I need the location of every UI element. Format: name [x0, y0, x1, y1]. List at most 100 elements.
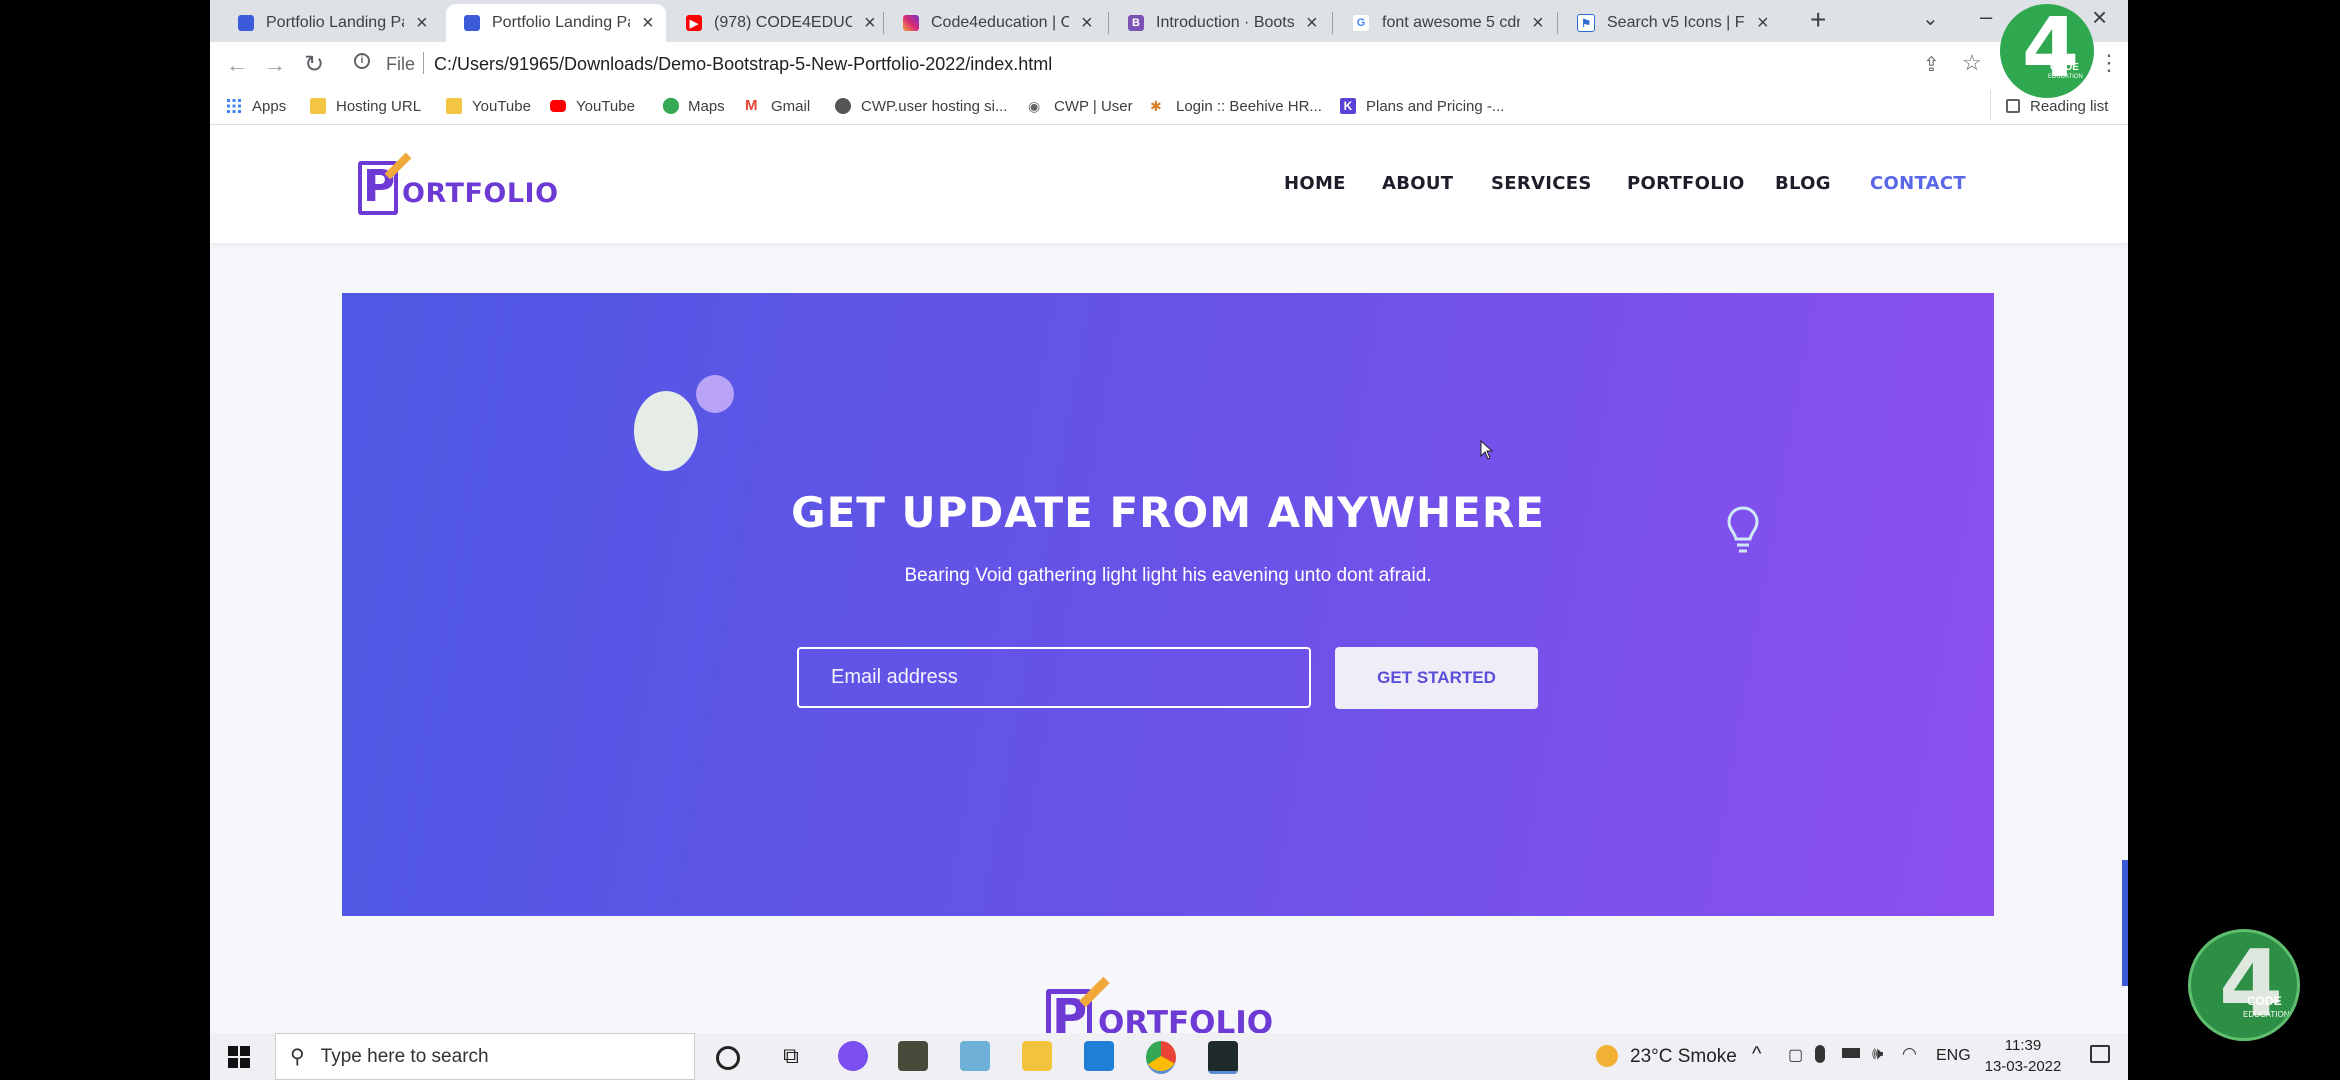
- reload-icon[interactable]: ↻: [304, 50, 324, 79]
- close-tab-icon[interactable]: ×: [1757, 12, 1769, 35]
- bookmark-apps[interactable]: Apps: [226, 94, 286, 118]
- bookmark-youtube[interactable]: YouTube: [550, 94, 635, 118]
- tab-portfolio-1[interactable]: Portfolio Landing Pag ×: [220, 4, 428, 42]
- reading-list-button[interactable]: Reading list: [2006, 94, 2108, 118]
- cortana-icon[interactable]: [716, 1046, 740, 1070]
- site-favicon-icon: [238, 15, 254, 31]
- task-view-icon[interactable]: ⧉: [776, 1041, 806, 1071]
- nav-services[interactable]: SERVICES: [1491, 173, 1592, 194]
- chrome-icon[interactable]: [1146, 1041, 1176, 1074]
- globe-icon: [835, 98, 851, 114]
- nav-home[interactable]: HOME: [1284, 173, 1346, 194]
- tab-search-chevron-icon[interactable]: ⌄: [1922, 6, 1939, 31]
- tab-instagram[interactable]: Code4education | Co ×: [885, 4, 1093, 42]
- tab-google-search[interactable]: G font awesome 5 cdn ×: [1334, 4, 1544, 42]
- instagram-icon: [903, 15, 919, 31]
- taskbar-search-box[interactable]: ⚲ Type here to search: [275, 1033, 695, 1080]
- share-icon[interactable]: ⇪: [1923, 52, 1940, 77]
- info-icon[interactable]: i: [354, 53, 370, 69]
- tab-portfolio-2[interactable]: Portfolio Landing Pag ×: [446, 4, 666, 42]
- windows-start-icon[interactable]: [228, 1046, 250, 1068]
- bookmark-label: Login :: Beehive HR...: [1176, 97, 1322, 115]
- new-tab-button[interactable]: +: [1810, 4, 1826, 36]
- get-started-button[interactable]: GET STARTED: [1335, 647, 1538, 709]
- bookmark-cwp-hosting[interactable]: CWP.user hosting si...: [835, 94, 1007, 118]
- menu-kebab-icon[interactable]: ⋮: [2098, 50, 2120, 76]
- notepad-app-icon[interactable]: [960, 1041, 990, 1071]
- banner-subtitle: Bearing Void gathering light light his e…: [904, 565, 1432, 586]
- bookmark-plans-pricing[interactable]: K Plans and Pricing -...: [1340, 94, 1504, 118]
- vscode-icon[interactable]: [1084, 1041, 1114, 1071]
- tab-youtube[interactable]: ▶ (978) CODE4EDUCATI ×: [668, 4, 876, 42]
- maps-pin-icon: ⬤: [662, 97, 680, 114]
- close-tab-icon[interactable]: ×: [1306, 12, 1318, 35]
- url-text[interactable]: C:/Users/91965/Downloads/Demo-Bootstrap-…: [434, 54, 1052, 75]
- k-logo-icon: K: [1340, 98, 1356, 114]
- minimize-icon[interactable]: –: [1980, 4, 1992, 30]
- banner-title: GET UPDATE FROM ANYWHERE: [791, 488, 1545, 537]
- clock[interactable]: 11:39 13-03-2022: [1978, 1037, 2068, 1075]
- bookmark-label: Plans and Pricing -...: [1366, 97, 1505, 115]
- terminal-app-icon[interactable]: [1208, 1041, 1238, 1074]
- volume-icon[interactable]: 🕪: [1872, 1043, 1883, 1064]
- watermark-text-education: EDUCATION: [2243, 1010, 2290, 1019]
- scrollbar-thumb[interactable]: [2122, 860, 2128, 986]
- close-tab-icon[interactable]: ×: [1532, 12, 1544, 35]
- youtube-icon: [550, 100, 566, 112]
- email-input[interactable]: [797, 647, 1311, 708]
- forward-arrow-icon[interactable]: →: [264, 52, 286, 78]
- bookmark-star-icon[interactable]: ☆: [1962, 50, 1982, 76]
- nav-contact[interactable]: CONTACT: [1870, 173, 1966, 194]
- close-tab-icon[interactable]: ×: [864, 12, 876, 35]
- bookmark-gmail[interactable]: M Gmail: [745, 94, 810, 118]
- clock-date: 13-03-2022: [1984, 1058, 2062, 1075]
- wifi-icon[interactable]: ◠: [1902, 1044, 1917, 1064]
- bookmark-maps[interactable]: ⬤ Maps: [662, 94, 725, 118]
- bookmark-beehive[interactable]: ✱ Login :: Beehive HR...: [1150, 94, 1322, 118]
- weather-sun-icon: [1596, 1045, 1618, 1067]
- footer-logo[interactable]: P ORTFOLIO: [1046, 976, 1306, 1033]
- battery-icon[interactable]: [1842, 1048, 1860, 1058]
- bookmark-hosting-url[interactable]: Hosting URL: [310, 94, 421, 118]
- windows-taskbar: ⚲ Type here to search ⧉ 23°C Smoke ^ ▢ 🕪…: [210, 1033, 2128, 1080]
- code4education-watermark-bottom: 4 CODE EDUCATION: [2188, 929, 2300, 1041]
- chevron-up-icon[interactable]: ^: [1752, 1043, 1761, 1066]
- tab-fontawesome[interactable]: ⚑ Search v5 Icons | Fon ×: [1559, 4, 1769, 42]
- watermark-text-code: CODE: [2247, 994, 2282, 1008]
- tab-bootstrap[interactable]: B Introduction · Bootstr ×: [1110, 4, 1318, 42]
- weather-text[interactable]: 23°C Smoke: [1630, 1046, 1737, 1068]
- close-tab-icon[interactable]: ×: [1081, 12, 1093, 35]
- url-scheme: File: [386, 54, 416, 74]
- file-explorer-icon[interactable]: [1022, 1041, 1052, 1071]
- tray-app-icon[interactable]: ▢: [1788, 1045, 1803, 1065]
- notifications-icon[interactable]: [2090, 1045, 2110, 1063]
- decorative-circle-large: [634, 391, 698, 471]
- bookmarks-bar: Apps Hosting URL YouTube YouTube ⬤ Maps …: [210, 88, 2128, 125]
- web-page: P ORTFOLIO HOME ABOUT SERVICES PORTFOLIO…: [210, 125, 2128, 1033]
- language-indicator[interactable]: ENG: [1936, 1047, 1971, 1065]
- nav-blog[interactable]: BLOG: [1775, 173, 1831, 194]
- reading-list-icon: [2006, 99, 2020, 113]
- bookmark-youtube-folder[interactable]: YouTube: [446, 94, 531, 118]
- code4education-watermark-top: 4 CODE EDUCATION: [2000, 4, 2094, 98]
- site-logo[interactable]: P ORTFOLIO: [358, 152, 568, 217]
- decorative-circle-small: [696, 375, 734, 413]
- bookmark-label: Apps: [252, 97, 287, 115]
- close-tab-icon[interactable]: ×: [416, 12, 428, 35]
- microphone-icon[interactable]: [1815, 1045, 1825, 1063]
- flag-icon: ⚑: [1577, 14, 1595, 32]
- bookmark-cwp-user[interactable]: ◉ CWP | User: [1028, 94, 1133, 118]
- video-editor-app-icon[interactable]: [898, 1041, 928, 1071]
- close-window-icon[interactable]: ×: [2092, 2, 2107, 33]
- screen-recorder-app-icon[interactable]: [838, 1041, 868, 1071]
- bookmark-label: Hosting URL: [336, 97, 422, 115]
- bookmark-label: Gmail: [771, 97, 811, 115]
- close-tab-icon[interactable]: ×: [642, 12, 654, 35]
- nav-portfolio[interactable]: PORTFOLIO: [1627, 173, 1745, 194]
- newsletter-banner: GET UPDATE FROM ANYWHERE Bearing Void ga…: [342, 293, 1994, 916]
- bootstrap-icon: B: [1128, 15, 1144, 31]
- toolbar: ← → ↻ i File C:/Users/91965/Downloads/De…: [210, 42, 2128, 88]
- back-arrow-icon[interactable]: ←: [226, 52, 248, 78]
- bookmark-label: CWP.user hosting si...: [861, 97, 1008, 115]
- nav-about[interactable]: ABOUT: [1382, 173, 1453, 194]
